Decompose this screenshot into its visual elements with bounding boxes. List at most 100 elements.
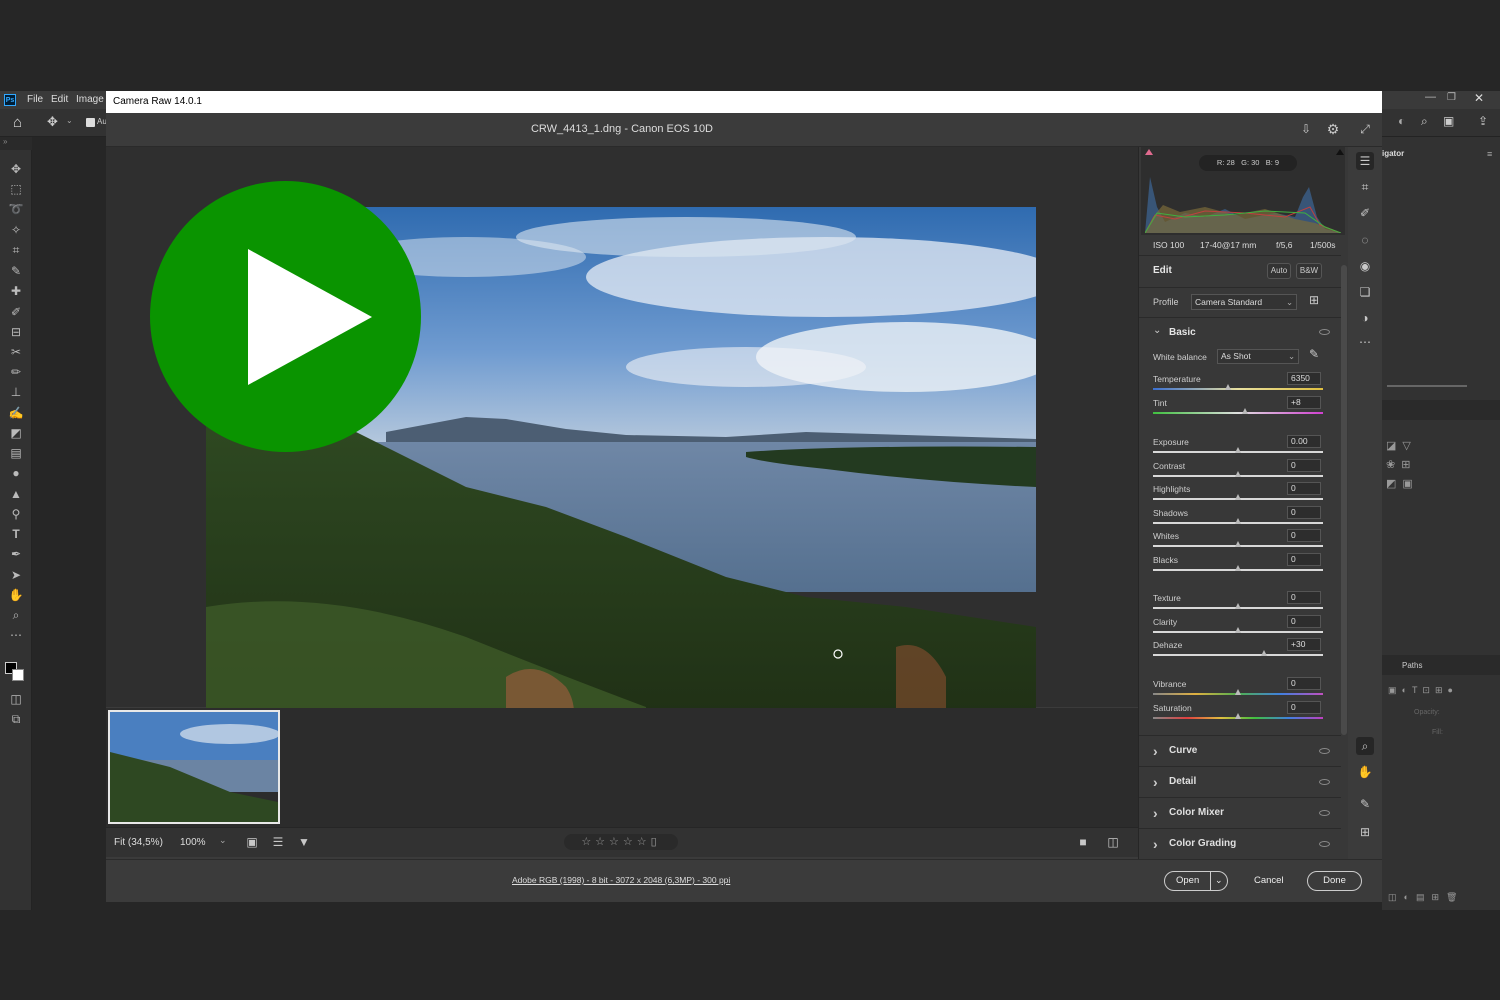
play-button[interactable] [150, 181, 421, 452]
edit-sliders-icon[interactable]: ☰ [1356, 152, 1374, 170]
white-balance-eyedropper-icon[interactable]: ✎ [1309, 347, 1319, 361]
texture-value-input[interactable]: 0 [1287, 591, 1321, 604]
zoom-level-select[interactable]: 100% [180, 837, 206, 848]
panel-menu-icon[interactable]: ≡ [1487, 149, 1492, 159]
workflow-options-link[interactable]: Adobe RGB (1998) - 8 bit - 3072 x 2048 (… [512, 875, 730, 885]
rating-stars[interactable]: ☆☆☆☆☆▯ [564, 834, 678, 850]
chevron-down-icon[interactable]: ⌄ [219, 835, 227, 846]
temperature-value-input[interactable]: 6350 [1287, 372, 1321, 385]
home-icon[interactable]: ⌂ [13, 114, 22, 131]
dodge-tool-icon[interactable]: ▲ [8, 487, 24, 501]
bw-button[interactable]: B&W [1296, 263, 1322, 279]
texture-slider-handle[interactable] [1235, 603, 1241, 609]
single-view-icon[interactable]: ■ [1074, 833, 1092, 851]
export-icon[interactable]: ⇩ [1297, 120, 1315, 138]
blacks-value-input[interactable]: 0 [1287, 553, 1321, 566]
basic-title[interactable]: Basic [1169, 327, 1196, 338]
gradient-tool-icon[interactable]: ▤ [8, 446, 24, 460]
history-brush-tool-icon[interactable]: ✂ [8, 345, 24, 359]
quick-mask-icon[interactable]: ◫ [8, 692, 24, 706]
histogram[interactable]: R: 28 G: 30 B: 9 [1141, 147, 1345, 235]
exposure-slider-handle[interactable] [1235, 447, 1241, 453]
workspace-icon[interactable]: ▣ [1443, 114, 1454, 128]
filter-icon[interactable]: ▼ [295, 833, 313, 851]
saturation-slider-handle[interactable] [1235, 713, 1241, 719]
close-icon[interactable]: ✕ [1474, 91, 1484, 105]
hand-tool-icon[interactable]: ✋ [8, 588, 24, 602]
paths-tab[interactable]: Paths [1402, 661, 1422, 670]
shadows-slider-handle[interactable] [1235, 518, 1241, 524]
shadows-value-input[interactable]: 0 [1287, 506, 1321, 519]
grid-icon[interactable]: ⊞ [1356, 823, 1374, 841]
clarity-value-input[interactable]: 0 [1287, 615, 1321, 628]
eyedropper-tool-icon[interactable]: ✎ [8, 264, 24, 278]
navigator-slider[interactable] [1387, 385, 1467, 387]
highlights-slider-handle[interactable] [1235, 494, 1241, 500]
visibility-eye-icon[interactable] [1319, 810, 1330, 816]
tint-value-input[interactable]: +8 [1287, 396, 1321, 409]
marquee-tool-icon[interactable]: ⬚ [8, 182, 24, 196]
tint-slider-handle[interactable] [1241, 408, 1248, 414]
chevron-down-icon[interactable]: ⌄ [66, 116, 73, 125]
open-button[interactable]: Open ⌄ [1164, 871, 1228, 891]
type-tool-icon[interactable]: T [8, 527, 24, 541]
panel-scrollbar[interactable] [1341, 265, 1347, 735]
ps-menu-edit[interactable]: Edit [51, 94, 68, 105]
heal-icon[interactable]: ✐ [1356, 204, 1374, 222]
redeye-icon[interactable]: ◉ [1356, 257, 1374, 275]
cancel-button[interactable]: Cancel [1254, 875, 1284, 886]
dehaze-slider-track[interactable] [1153, 654, 1323, 656]
more-tools-icon[interactable]: ⋯ [8, 628, 24, 642]
background-color-swatch[interactable] [12, 669, 24, 681]
smudge-tool-icon[interactable]: ✍ [8, 406, 24, 420]
art-brush-tool-icon[interactable]: ✏ [8, 365, 24, 379]
restore-icon[interactable]: ❐ [1447, 92, 1456, 103]
before-after-icon[interactable]: ◫ [1104, 833, 1122, 851]
share-icon[interactable]: ⇪ [1478, 114, 1488, 128]
screen-mode-icon[interactable]: ⧉ [8, 712, 24, 726]
presets-icon[interactable]: ◑ [1356, 309, 1374, 327]
section-color-mixer[interactable]: › Color Mixer [1139, 797, 1341, 827]
snapshots-icon[interactable]: ❏ [1356, 283, 1374, 301]
whites-value-input[interactable]: 0 [1287, 529, 1321, 542]
section-detail[interactable]: › Detail [1139, 766, 1341, 796]
eraser-tool-icon[interactable]: ◩ [8, 426, 24, 440]
contrast-slider-handle[interactable] [1235, 471, 1241, 477]
zoom-icon[interactable]: ⌕ [1356, 737, 1374, 755]
user-icon[interactable]: ◐ [1398, 114, 1405, 128]
crop-icon[interactable]: ⌗ [1356, 178, 1374, 196]
chevron-right-icon[interactable]: › [1153, 798, 1158, 828]
filmstrip-thumbnail[interactable] [108, 710, 280, 824]
more-icon[interactable]: ⋯ [1356, 333, 1374, 351]
minimize-icon[interactable]: — [1425, 91, 1436, 103]
highlights-value-input[interactable]: 0 [1287, 482, 1321, 495]
healing-tool-icon[interactable]: ✚ [8, 284, 24, 298]
chevron-down-icon[interactable]: ⌄ [1215, 871, 1223, 889]
chevron-right-icon[interactable]: › [1153, 829, 1158, 859]
search-icon[interactable]: ⌕ [1421, 114, 1428, 129]
done-button[interactable]: Done [1307, 871, 1362, 891]
crop-tool-icon[interactable]: ⌗ [8, 243, 24, 257]
sampler-icon[interactable]: ✎ [1356, 795, 1374, 813]
white-balance-select[interactable]: As Shot ⌄ [1217, 349, 1299, 364]
auto-button[interactable]: Auto [1267, 263, 1291, 279]
chevron-down-icon[interactable]: ⌄ [1153, 325, 1161, 336]
ps-menu-image[interactable]: Image [76, 94, 104, 105]
visibility-eye-icon[interactable] [1319, 779, 1330, 785]
blur-tool-icon[interactable]: ● [8, 466, 24, 480]
vibrance-value-input[interactable]: 0 [1287, 677, 1321, 690]
section-color-grading[interactable]: › Color Grading [1139, 828, 1341, 858]
move-icon[interactable]: ✥ [47, 114, 58, 130]
temperature-slider-handle[interactable] [1224, 384, 1231, 390]
chevron-right-icon[interactable]: › [1153, 736, 1158, 766]
section-curve[interactable]: › Curve [1139, 735, 1341, 765]
brush-tool-icon[interactable]: ✐ [8, 305, 24, 319]
clipping-warning-shadows-icon[interactable] [1145, 149, 1153, 155]
whites-slider-handle[interactable] [1235, 541, 1241, 547]
blacks-slider-handle[interactable] [1235, 565, 1241, 571]
fit-zoom-button[interactable]: Fit (34,5%) [114, 837, 163, 848]
path-tool-icon[interactable]: ✒ [8, 547, 24, 561]
pen-tool-icon[interactable]: ⚲ [8, 507, 24, 521]
visibility-eye-icon[interactable] [1319, 329, 1330, 335]
lasso-tool-icon[interactable]: ➰ [8, 202, 24, 216]
